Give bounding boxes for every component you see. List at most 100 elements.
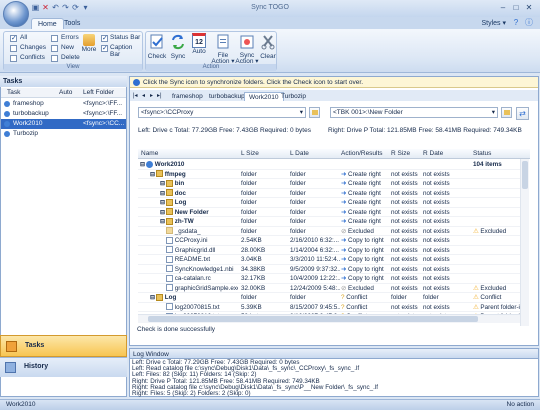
task-row[interactable]: turbobackup <fsync>:\FF... bbox=[1, 109, 126, 119]
prev-tab-icon[interactable]: ◂ bbox=[142, 92, 145, 99]
view-group: ✓ All Errors Changes New Conflicts Delet… bbox=[3, 31, 143, 71]
file-row[interactable]: Graphicgrid.dll 28.00KB 1/14/2004 6:32:...… bbox=[138, 246, 520, 255]
right-path-text: <TBK 001>:\New Folder bbox=[333, 109, 403, 116]
right-path-dropdown-icon[interactable]: ▾ bbox=[492, 108, 495, 117]
grid-horizontal-scrollbar[interactable] bbox=[138, 314, 520, 323]
tasks-column-header: Task Auto Left Folder bbox=[1, 88, 126, 98]
status-bar-checkbox[interactable]: ✓ bbox=[101, 35, 108, 42]
file-r-date: not exists bbox=[423, 256, 450, 263]
auto-button[interactable]: 12 Auto bbox=[189, 33, 209, 56]
file-row[interactable]: README.txt 3.04KB 3/3/2010 11:52:4... ➜ Cop… bbox=[138, 255, 520, 265]
file-row[interactable]: ⊟ Log folder folder ➜ Create right not exist… bbox=[138, 198, 520, 208]
left-browse-button[interactable] bbox=[309, 107, 320, 118]
column-left-folder[interactable]: Left Folder bbox=[83, 88, 114, 98]
tasks-nav-icon bbox=[6, 341, 17, 352]
folder-tab-frameshop[interactable]: frameshop bbox=[168, 92, 207, 101]
column-task[interactable]: Task bbox=[7, 88, 20, 98]
grid-vertical-scrollbar[interactable] bbox=[520, 159, 529, 326]
caption-bar-checkbox[interactable]: ✓ bbox=[101, 45, 108, 52]
file-row[interactable]: SyncKnowledge1.nbi 34.38KB 9/5/2009 9:37:3… bbox=[138, 265, 520, 274]
task-row[interactable]: Turbozip bbox=[1, 129, 126, 139]
file-row[interactable]: ⊟ bin folder folder ➜ Create right not exist… bbox=[138, 179, 520, 189]
column-l-size[interactable]: L Size bbox=[241, 149, 259, 159]
file-row[interactable]: log20070815.txt 5.39KB 8/15/2007 9:45:5...… bbox=[138, 303, 520, 312]
file-l-date: folder bbox=[290, 218, 306, 225]
sync-action-icon bbox=[240, 35, 254, 49]
file-row[interactable]: ⊟ zh-TW folder folder ➜ Create right not exi… bbox=[138, 217, 520, 227]
file-r-size: not exists bbox=[391, 237, 418, 244]
sync-button[interactable]: Sync bbox=[168, 33, 188, 61]
info-bar: Click the Sync icon to synchronize folde… bbox=[130, 77, 538, 88]
vertical-scroll-thumb[interactable] bbox=[522, 161, 528, 189]
column-r-date[interactable]: R Date bbox=[423, 149, 443, 159]
status-right-text: No action bbox=[506, 401, 534, 408]
app-menu-button[interactable] bbox=[3, 1, 29, 27]
file-row[interactable]: ⊟ doc folder folder ➜ Create right not exist… bbox=[138, 189, 520, 198]
errors-checkbox[interactable] bbox=[51, 35, 58, 42]
task-row[interactable]: frameshop <fsync>:\FF... bbox=[1, 99, 126, 109]
clear-button[interactable]: Clear bbox=[259, 33, 277, 61]
close-button[interactable]: ✕ bbox=[523, 2, 535, 13]
file-r-date: not exists bbox=[423, 303, 450, 311]
file-row[interactable]: ca-catalan.rc 32.17KB 10/4/2009 12:22:... ➜… bbox=[138, 274, 520, 284]
sync-action-button[interactable]: Sync Action ▾ bbox=[235, 33, 259, 65]
file-action: Copy to right bbox=[348, 265, 384, 273]
nav-tasks[interactable]: Tasks bbox=[0, 335, 127, 357]
column-auto[interactable]: Auto bbox=[59, 88, 72, 98]
task-row[interactable]: Work2010 <fsync>:\CC... bbox=[1, 119, 126, 129]
column-r-size[interactable]: R Size bbox=[391, 149, 410, 159]
more-button[interactable]: More bbox=[80, 34, 98, 54]
column-name[interactable]: Name bbox=[141, 149, 158, 159]
delete-checkbox[interactable] bbox=[51, 55, 58, 62]
changes-checkbox[interactable] bbox=[10, 45, 17, 52]
column-status[interactable]: Status bbox=[473, 149, 491, 159]
all-checkbox[interactable]: ✓ bbox=[10, 35, 17, 42]
check-icon bbox=[150, 34, 163, 49]
check-button[interactable]: Check bbox=[147, 33, 167, 61]
folder-tab-turbobackup[interactable]: turbobackup bbox=[205, 92, 249, 101]
file-action: Create right bbox=[348, 189, 381, 197]
file-l-size: 3.04KB bbox=[241, 256, 262, 263]
conflict-icon: ? bbox=[341, 303, 345, 311]
file-row[interactable]: graphicGridSample.exe 32.00KB 12/24/2009 5… bbox=[138, 284, 520, 293]
clear-label: Clear bbox=[260, 53, 276, 60]
minimize-button[interactable]: – bbox=[497, 2, 509, 13]
right-browse-button[interactable] bbox=[501, 107, 512, 118]
conflicts-checkbox[interactable] bbox=[10, 55, 17, 62]
last-tab-icon[interactable]: ▸| bbox=[157, 92, 162, 99]
calendar-icon: 12 bbox=[192, 33, 206, 48]
file-row[interactable]: ⊟ ffmpeg folder folder ➜ Create right not ex… bbox=[138, 170, 520, 179]
file-name: New Folder bbox=[174, 208, 209, 216]
first-tab-icon[interactable]: |◂ bbox=[133, 92, 138, 99]
file-row[interactable]: ⊟ Work2010 104 items bbox=[138, 160, 520, 170]
file-row[interactable]: CCProxy.ini 2.54KB 2/16/2010 6:32:... ➜ Cop… bbox=[138, 236, 520, 246]
task-name: Work2010 bbox=[13, 120, 43, 127]
maximize-button[interactable]: □ bbox=[510, 2, 522, 13]
file-name: graphicGridSample.exe bbox=[174, 284, 238, 292]
left-path-field[interactable]: <fsync>:\CCProxy ▾ bbox=[138, 107, 306, 118]
folder-tab-turbozip[interactable]: Turbozip bbox=[277, 92, 310, 101]
left-path-dropdown-icon[interactable]: ▾ bbox=[300, 108, 303, 117]
horizontal-scroll-thumb[interactable] bbox=[148, 316, 478, 322]
file-r-size: not exists bbox=[391, 227, 418, 235]
next-tab-icon[interactable]: ▸ bbox=[150, 92, 153, 99]
styles-menu[interactable]: Styles ▾ bbox=[481, 18, 506, 29]
new-checkbox[interactable] bbox=[51, 45, 58, 52]
help-icon[interactable]: ? bbox=[510, 17, 522, 28]
file-row[interactable]: _gsdata_ folder folder ⊘ Excluded not exists… bbox=[138, 227, 520, 236]
swap-button[interactable]: ⇄ bbox=[516, 107, 529, 120]
file-l-size: folder bbox=[241, 218, 257, 225]
tab-tools[interactable]: Tools bbox=[58, 18, 86, 29]
file-action-button[interactable]: File Action ▾ bbox=[210, 33, 236, 65]
column-action-results[interactable]: Action/Results bbox=[341, 149, 383, 159]
info-icon[interactable]: ⓘ bbox=[523, 17, 535, 28]
right-path-field[interactable]: <TBK 001>:\New Folder ▾ bbox=[330, 107, 498, 118]
file-l-size: 32.00KB bbox=[241, 284, 266, 292]
file-name: README.txt bbox=[174, 256, 211, 263]
file-row[interactable]: ⊟ New Folder folder folder ➜ Create right no… bbox=[138, 208, 520, 217]
column-l-date[interactable]: L Date bbox=[290, 149, 309, 159]
nav-history[interactable]: History bbox=[0, 357, 127, 377]
conflicts-label: Conflicts bbox=[20, 54, 45, 61]
file-l-size: 2.54KB bbox=[241, 237, 262, 244]
file-row[interactable]: ⊟ Log folder folder? Conflict folder folder ⚠… bbox=[138, 293, 520, 303]
